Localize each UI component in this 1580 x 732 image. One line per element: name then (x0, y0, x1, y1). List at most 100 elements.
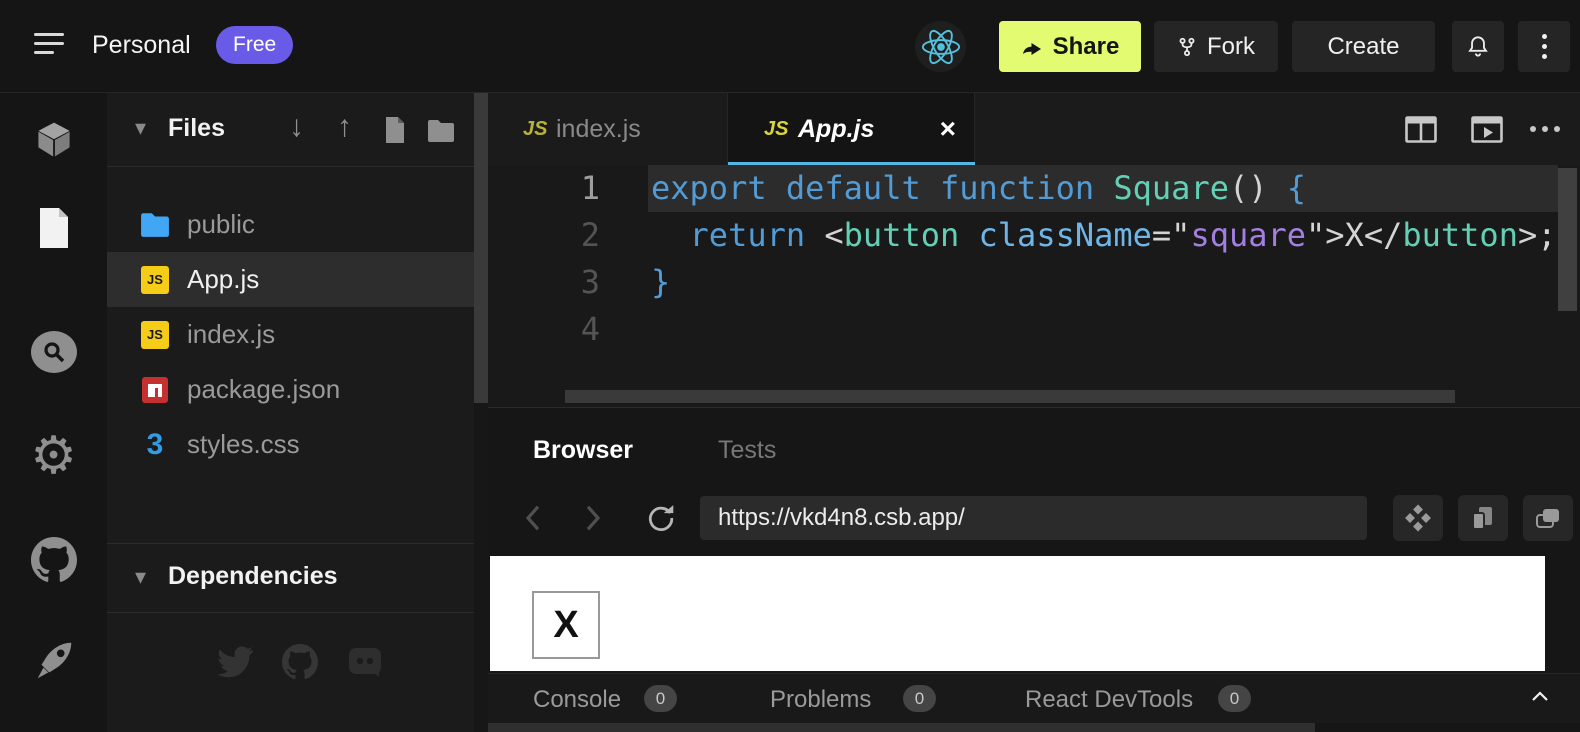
panel-scrollbar-thumb[interactable] (474, 93, 488, 403)
file-name: styles.css (187, 429, 300, 460)
line-number: 1 (488, 165, 648, 212)
files-section-header[interactable]: ▾ Files ↓ ↑ (107, 93, 474, 167)
settings-gear-icon[interactable]: ⚙ (0, 430, 107, 482)
file-name: public (187, 209, 255, 240)
open-in-new-window-button[interactable] (1523, 495, 1573, 541)
problems-count-badge: 0 (903, 685, 936, 712)
chevron-down-icon: ▾ (135, 115, 146, 141)
browser-preview: X (490, 556, 1545, 671)
split-view-icon[interactable] (1405, 116, 1437, 148)
code-line-content (648, 310, 651, 348)
create-button[interactable]: Create (1292, 21, 1435, 72)
back-icon[interactable] (520, 503, 546, 538)
devtools-diamonds-button[interactable] (1393, 495, 1443, 541)
file-name: App.js (187, 264, 259, 295)
github-icon[interactable] (0, 534, 107, 586)
dots-vertical-icon (1542, 34, 1547, 39)
tab-label: index.js (556, 115, 641, 144)
more-actions-icon[interactable] (1530, 126, 1560, 132)
new-file-icon[interactable] (383, 116, 407, 149)
tab-problems[interactable]: Problems (770, 686, 871, 714)
code-line[interactable]: 2 return <button className="square">X</b… (488, 212, 1580, 259)
console-count-badge: 0 (644, 685, 677, 712)
bottom-scrollbar-track (488, 723, 1580, 732)
bottom-scrollbar-thumb[interactable] (488, 723, 1315, 732)
forward-icon[interactable] (580, 503, 606, 538)
section-divider (107, 612, 474, 613)
file-row-packagejson[interactable]: package.json (107, 362, 474, 417)
code-line-content: } (648, 263, 670, 301)
line-number: 2 (488, 212, 648, 259)
javascript-file-icon: JS (140, 265, 170, 295)
panel-resize-handle[interactable] (474, 93, 488, 732)
codesandbox-app: Personal Free Share Fo (0, 0, 1580, 732)
menu-hamburger-icon[interactable] (34, 33, 66, 59)
chevron-up-icon[interactable] (1530, 689, 1550, 708)
editor-tabbar: JS index.js JS App.js × (488, 93, 1580, 165)
more-options-button[interactable] (1518, 21, 1570, 72)
code-line[interactable]: 4 (488, 306, 1580, 353)
share-arrow-icon (1021, 37, 1043, 57)
fork-icon (1177, 35, 1197, 59)
preview-square-button[interactable]: X (532, 591, 600, 659)
tab-appjs[interactable]: JS App.js × (728, 93, 975, 165)
npm-file-icon (140, 375, 170, 405)
file-row-stylescss[interactable]: 3 styles.css (107, 417, 474, 472)
chevron-down-icon: ▾ (135, 564, 146, 590)
workspace-name[interactable]: Personal (92, 31, 191, 60)
fork-label: Fork (1207, 33, 1255, 61)
editor-vertical-scrollbar[interactable] (1558, 168, 1577, 311)
tab-console[interactable]: Console (533, 686, 621, 714)
code-editor[interactable]: 1export default function Square() {2 ret… (488, 165, 1580, 407)
tab-tests[interactable]: Tests (718, 436, 776, 465)
download-icon[interactable]: ↓ (289, 112, 304, 142)
code-line-content: export default function Square() { (648, 169, 1306, 207)
deploy-rocket-icon[interactable] (0, 634, 107, 686)
devtools-panel: Browser Tests (488, 407, 1580, 732)
file-row-public[interactable]: public (107, 197, 474, 252)
share-button[interactable]: Share (999, 21, 1141, 72)
file-explorer-panel: ▾ Files ↓ ↑ public JS App.js JS index.js (107, 93, 474, 732)
file-row-appjs[interactable]: JS App.js (107, 252, 474, 307)
javascript-file-icon: JS (140, 320, 170, 350)
activity-rail: ⚙ (0, 93, 107, 732)
folder-icon (140, 210, 170, 240)
javascript-file-icon: JS (764, 118, 788, 141)
file-name: index.js (187, 319, 275, 350)
share-label: Share (1053, 33, 1120, 61)
code-lines: 1export default function Square() {2 ret… (488, 165, 1580, 353)
bell-icon (1465, 33, 1491, 60)
file-row-indexjs[interactable]: JS index.js (107, 307, 474, 362)
twitter-icon[interactable] (215, 642, 255, 682)
editor-horizontal-scrollbar[interactable] (565, 390, 1455, 403)
tab-react-devtools[interactable]: React DevTools (1025, 686, 1193, 714)
url-input[interactable] (700, 496, 1367, 540)
github-icon[interactable] (280, 642, 320, 682)
fork-button[interactable]: Fork (1154, 21, 1278, 72)
code-line[interactable]: 1export default function Square() { (488, 165, 1580, 212)
new-folder-icon[interactable] (427, 119, 455, 147)
css-file-icon: 3 (140, 430, 170, 460)
file-explorer-icon[interactable] (0, 202, 107, 254)
dependencies-section-title[interactable]: Dependencies (168, 562, 338, 591)
line-number: 4 (488, 306, 648, 353)
preview-window-icon[interactable] (1471, 116, 1503, 148)
notifications-button[interactable] (1452, 21, 1504, 72)
sandbox-cube-icon[interactable] (0, 114, 107, 166)
main-area: JS index.js JS App.js × 1export default … (488, 93, 1580, 732)
react-logo-icon (915, 21, 966, 72)
refresh-icon[interactable] (646, 503, 676, 538)
code-line[interactable]: 3} (488, 259, 1580, 306)
tab-label: App.js (798, 115, 874, 144)
tab-indexjs[interactable]: JS index.js (488, 93, 728, 165)
javascript-file-icon: JS (523, 118, 547, 141)
close-tab-icon[interactable]: × (940, 115, 956, 143)
search-icon[interactable] (0, 326, 107, 378)
console-bar: Console 0 Problems 0 React DevTools 0 (488, 673, 1580, 723)
code-line-content: return <button className="square">X</but… (648, 216, 1556, 254)
responsive-preview-button[interactable] (1458, 495, 1508, 541)
upload-icon[interactable]: ↑ (337, 112, 352, 142)
discord-icon[interactable] (345, 642, 385, 682)
tab-browser[interactable]: Browser (533, 436, 633, 465)
top-header: Personal Free Share Fo (0, 0, 1580, 93)
